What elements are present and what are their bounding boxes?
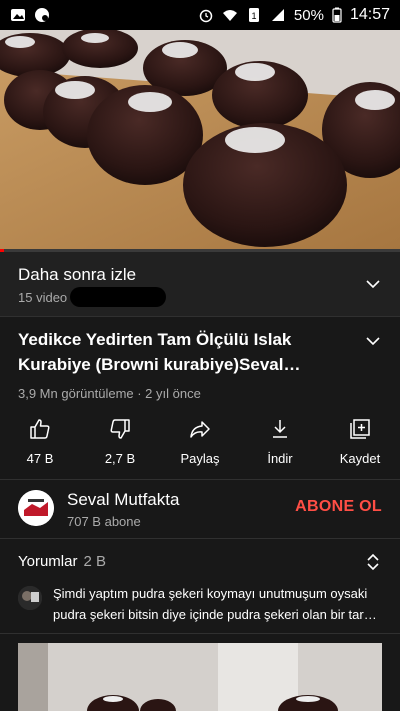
sim-icon: 1 — [248, 8, 259, 22]
signal-icon — [271, 9, 284, 21]
video-frame-image — [0, 30, 400, 252]
download-label: İndir — [267, 451, 293, 466]
comments-count: 2 B — [83, 553, 106, 570]
alarm-icon — [199, 9, 213, 23]
save-button[interactable]: Kaydet — [320, 413, 400, 473]
redacted-region — [70, 287, 166, 307]
status-bar: 1 50% 14:57 — [0, 0, 400, 30]
commenter-avatar-image — [18, 586, 42, 610]
download-icon — [273, 420, 287, 438]
share-button[interactable]: Paylaş — [160, 413, 240, 473]
thumbs-up-icon — [30, 419, 50, 439]
like-count: 47 B — [26, 451, 54, 466]
next-video-thumbnail-image — [18, 643, 382, 711]
share-icon — [190, 421, 210, 438]
svg-text:1: 1 — [251, 11, 256, 21]
chevron-down-icon[interactable] — [366, 334, 380, 348]
comments-header: Yorumlar 2 B — [18, 553, 106, 570]
video-title[interactable]: Yedikce Yedirten Tam Ölçülü Islak Kurabi… — [18, 327, 348, 377]
whatsapp-notification-icon — [35, 8, 49, 22]
subscribe-button[interactable]: ABONE OL — [295, 498, 382, 516]
comments-section[interactable]: Yorumlar 2 B Şimdi yaptım pudra şekeri ko… — [0, 545, 400, 633]
thumbs-down-icon — [110, 419, 130, 439]
video-meta: 3,9 Mn görüntüleme · 2 yıl önce — [18, 386, 201, 401]
divider — [0, 633, 400, 634]
wifi-icon — [222, 10, 237, 21]
playlist-count: 15 video — [18, 290, 68, 305]
playlist-panel[interactable]: Daha sonra izle 15 video — [0, 252, 400, 316]
battery-icon — [332, 7, 342, 23]
video-player[interactable] — [0, 30, 400, 252]
divider — [0, 316, 400, 317]
battery-percent: 50% — [293, 6, 324, 24]
save-to-playlist-icon — [350, 419, 370, 439]
playlist-title: Daha sonra izle — [18, 265, 137, 284]
like-button[interactable]: 47 B — [0, 413, 80, 473]
top-comment: Şimdi yaptım pudra şekeri koymayı unutmu… — [53, 586, 377, 622]
divider — [0, 479, 400, 480]
next-video-thumbnail[interactable] — [18, 643, 382, 711]
chevron-down-icon[interactable] — [366, 277, 380, 291]
status-left — [10, 7, 50, 23]
subscriber-count: 707 B abone — [67, 514, 141, 529]
share-label: Paylaş — [180, 451, 220, 466]
expand-icon[interactable] — [366, 553, 380, 571]
clock: 14:57 — [349, 6, 390, 23]
save-label: Kaydet — [339, 451, 381, 466]
status-right: 1 50% 14:57 — [198, 6, 390, 24]
divider — [0, 538, 400, 539]
action-bar: 47 B 2,7 B Paylaş İndir Kaydet — [0, 413, 400, 473]
comments-heading: Yorumlar — [18, 553, 78, 570]
download-button[interactable]: İndir — [240, 413, 320, 473]
avatar[interactable] — [18, 490, 54, 526]
dislike-count: 2,7 B — [104, 451, 136, 466]
dislike-button[interactable]: 2,7 B — [80, 413, 160, 473]
channel-row[interactable]: Seval Mutfakta 707 B abone ABONE OL — [0, 481, 400, 537]
channel-logo-image — [18, 490, 54, 526]
gallery-notification-icon — [11, 9, 25, 21]
channel-name[interactable]: Seval Mutfakta — [67, 490, 179, 510]
commenter-avatar — [18, 586, 42, 610]
